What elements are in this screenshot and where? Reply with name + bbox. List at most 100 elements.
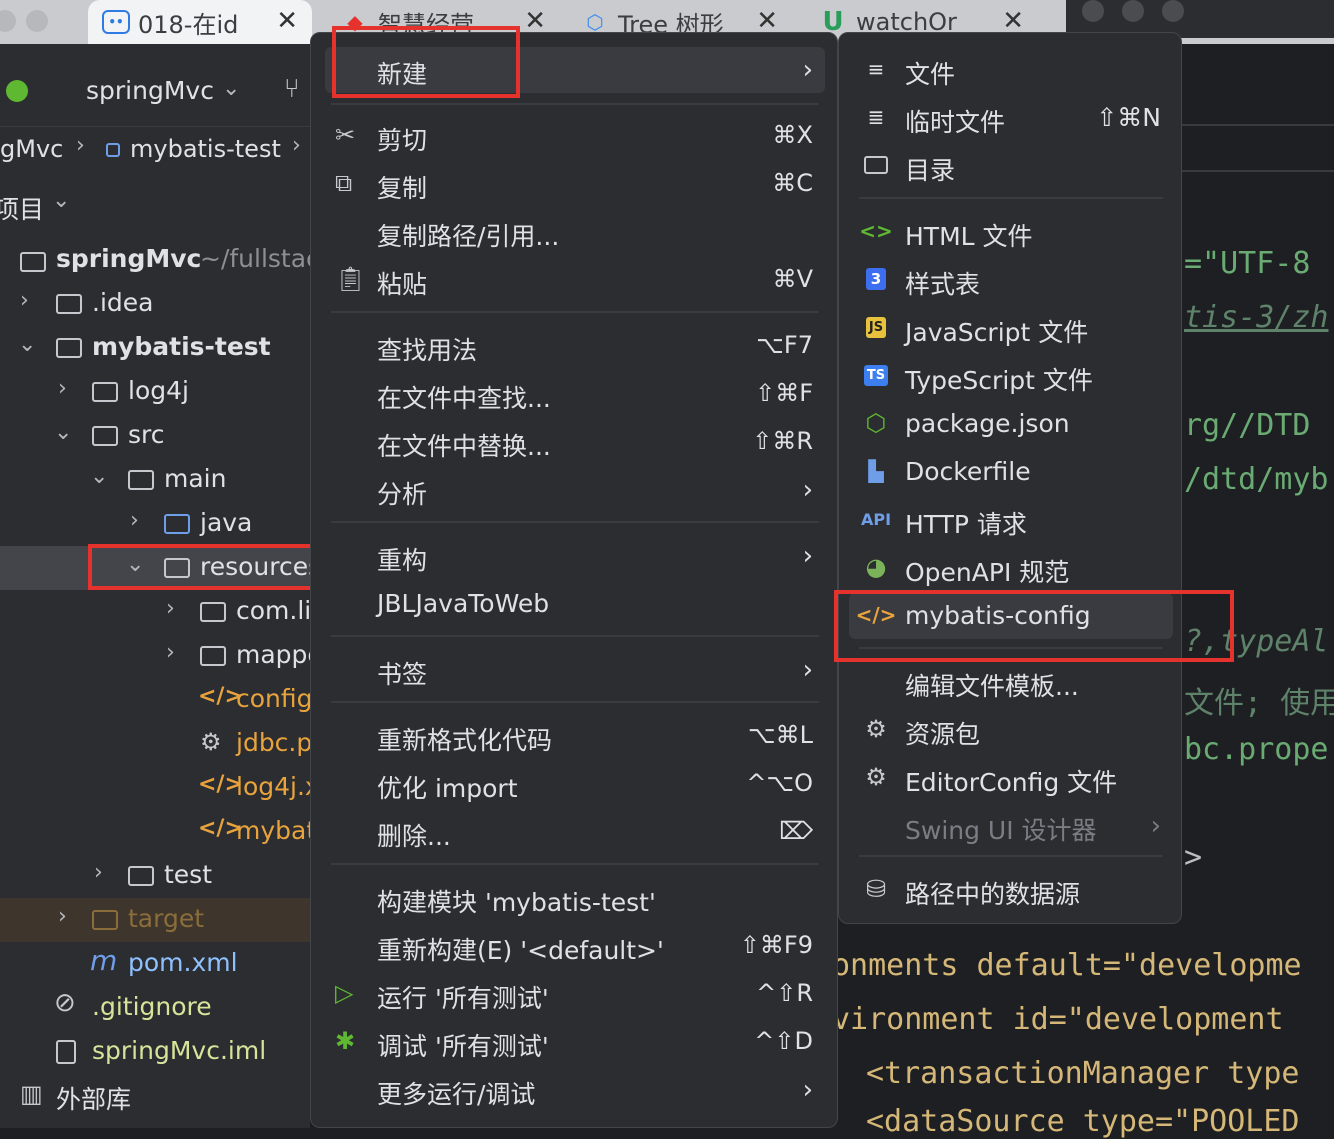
submenu-item-package-json[interactable]: ⬡ package.json [849,401,1173,447]
tree-item-iml[interactable]: springMvc.iml [0,1030,310,1074]
submenu-item-directory[interactable]: 目录 [849,143,1173,189]
submenu-item-dockerfile[interactable]: ▙ Dockerfile [849,449,1173,495]
tree-item-jdbc[interactable]: ⚙ jdbc.p [0,722,310,766]
ide-minimize-dot[interactable] [1122,0,1144,22]
tree-item-springmvc[interactable]: springMvc ~/fullstac [0,238,310,282]
tree-item-test[interactable]: › test [0,854,310,898]
submenu-item-label: 文件 [905,60,956,89]
menu-item-copy-path[interactable]: 复制路径/引用... [325,209,825,255]
menu-item-rebuild[interactable]: 重新构建(E) '<default>' ⇧⌘F9 [325,923,825,969]
menu-item-replace-in-files[interactable]: 在文件中替换... ⇧⌘R [325,419,825,465]
submenu-item-resource-bundle[interactable]: ⚙ 资源包 [849,707,1173,753]
submenu-item-html[interactable]: <> HTML 文件 [849,209,1173,255]
chevron-down-icon[interactable]: ⌄ [222,76,240,101]
chevron-down-icon[interactable]: ⌄ [18,332,36,357]
tree-item-mapper[interactable]: › mapper [0,634,310,678]
menu-item-find-in-files[interactable]: 在文件中查找... ⇧⌘F [325,371,825,417]
menu-shortcut: ⌘X [772,121,813,149]
copy-icon: ⧉ [335,169,353,197]
submenu-item-typescript[interactable]: TS TypeScript 文件 [849,353,1173,399]
menu-item-debug-tests[interactable]: ✱ 调试 '所有测试' ^⇧D [325,1019,825,1065]
browser-tab-active[interactable]: •• 018-在id ✕ [88,0,312,44]
tree-item-label: test [164,860,213,889]
folder-icon [56,294,82,314]
tree-item-config[interactable]: </> config [0,678,310,722]
submenu-item-openapi[interactable]: ◕ OpenAPI 规范 [849,545,1173,591]
menu-item-label: 重构 [377,546,428,575]
chevron-right-icon[interactable]: › [58,376,67,401]
chevron-right-icon[interactable]: › [166,640,175,665]
submenu-item-http-request[interactable]: API HTTP 请求 [849,497,1173,543]
run-icon: ▷ [335,979,354,1007]
window-minimize-dot[interactable] [26,10,48,32]
menu-item-run-tests[interactable]: ▷ 运行 '所有测试' ^⇧R [325,971,825,1017]
iml-file-icon [56,1040,76,1064]
chevron-right-icon[interactable]: › [20,288,29,313]
menu-item-delete[interactable]: 删除... ⌦ [325,809,825,855]
tree-item-pom[interactable]: m pom.xml [0,942,310,986]
menu-item-label: 重新格式化代码 [377,726,553,755]
menu-item-optimize-imports[interactable]: 优化 import ^⌥O [325,761,825,807]
tree-item-log4j-xml[interactable]: </> log4j.x [0,766,310,810]
chevron-right-icon[interactable]: › [166,596,175,621]
menu-item-label: 查找用法 [377,336,478,365]
menu-item-refactor[interactable]: 重构 › [325,533,825,579]
menu-item-analyze[interactable]: 分析 › [325,467,825,513]
ide-close-dot[interactable] [1082,0,1104,22]
tree-item-src[interactable]: ⌄ src [0,414,310,458]
menu-item-paste[interactable]: 📋︎ 粘贴 ⌘V [325,257,825,303]
tree-item-log4j[interactable]: › log4j [0,370,310,414]
project-selector[interactable]: springMvc [86,76,214,105]
submenu-item-file[interactable]: ≡ 文件 [849,47,1173,93]
submenu-item-label: TypeScript 文件 [905,366,1093,395]
submenu-item-label: HTML 文件 [905,222,1033,251]
submenu-item-scratch-file[interactable]: ≣ 临时文件 ⇧⌘N [849,95,1173,141]
chevron-right-icon: › [76,133,85,158]
project-view-title[interactable]: 项目 [0,190,44,226]
menu-item-more-run-debug[interactable]: 更多运行/调试 › [325,1067,825,1113]
tree-item-idea[interactable]: › .idea [0,282,310,326]
tab-close-icon[interactable]: ✕ [276,6,298,36]
tree-item-mybatis-xml[interactable]: </> mybat [0,810,310,854]
chevron-right-icon[interactable]: › [130,508,139,533]
tree-item-mybatis-test[interactable]: ⌄ mybatis-test [0,326,310,370]
menu-separator [331,635,819,637]
code-line: <transactionManager type [866,1056,1300,1091]
chevron-down-icon[interactable]: ⌄ [52,188,70,213]
submenu-item-editorconfig[interactable]: ⚙ EditorConfig 文件 [849,755,1173,801]
vcs-branch-icon[interactable]: ⑂ [284,74,300,104]
submenu-item-javascript[interactable]: JS JavaScript 文件 [849,305,1173,351]
menu-item-bookmarks[interactable]: 书签 › [325,647,825,693]
menu-item-build-module[interactable]: 构建模块 'mybatis-test' [325,875,825,921]
menu-item-find-usages[interactable]: 查找用法 ⌥F7 [325,323,825,369]
submenu-item-stylesheet[interactable]: 3 样式表 [849,257,1173,303]
submenu-item-swing-ui[interactable]: Swing UI 设计器 › [849,803,1173,849]
chevron-right-icon[interactable]: › [58,904,67,929]
submenu-item-data-source[interactable]: ⛁ 路径中的数据源 [849,867,1173,913]
tree-item-external-libs[interactable]: ▥ 外部库 [0,1074,310,1118]
tree-item-com-li[interactable]: › com.li [0,590,310,634]
breadcrumb-item[interactable]: mybatis-test [130,135,281,163]
breadcrumb-item[interactable]: gMvc [0,135,63,163]
window-close-dot[interactable] [0,10,16,32]
chevron-down-icon[interactable]: ⌄ [54,420,72,445]
tree-item-main[interactable]: ⌄ main [0,458,310,502]
menu-item-jbljavatoweb[interactable]: JBLJavaToWeb [325,581,825,627]
tree-item-target[interactable]: › target [0,898,310,942]
menu-item-copy[interactable]: ⧉ 复制 ⌘C [325,161,825,207]
code-line: /dtd/myb [1184,462,1329,497]
tree-item-label: log4j [128,376,189,405]
menu-item-reformat[interactable]: 重新格式化代码 ⌥⌘L [325,713,825,759]
submenu-item-edit-templates[interactable]: 编辑文件模板... [849,659,1173,705]
submenu-item-label: 资源包 [905,720,981,749]
submenu-item-label: HTTP 请求 [905,510,1027,539]
tab-label: 018-在id [138,10,239,39]
chevron-down-icon[interactable]: ⌄ [90,464,108,489]
menu-shortcut: ⇧⌘F9 [739,931,813,959]
tree-item-gitignore[interactable]: ⊘ .gitignore [0,986,310,1030]
tree-item-java[interactable]: › java [0,502,310,546]
menu-item-cut[interactable]: ✂ 剪切 ⌘X [325,113,825,159]
ide-zoom-dot[interactable] [1162,0,1184,22]
chevron-right-icon[interactable]: › [94,860,103,885]
folder-icon [92,426,118,446]
